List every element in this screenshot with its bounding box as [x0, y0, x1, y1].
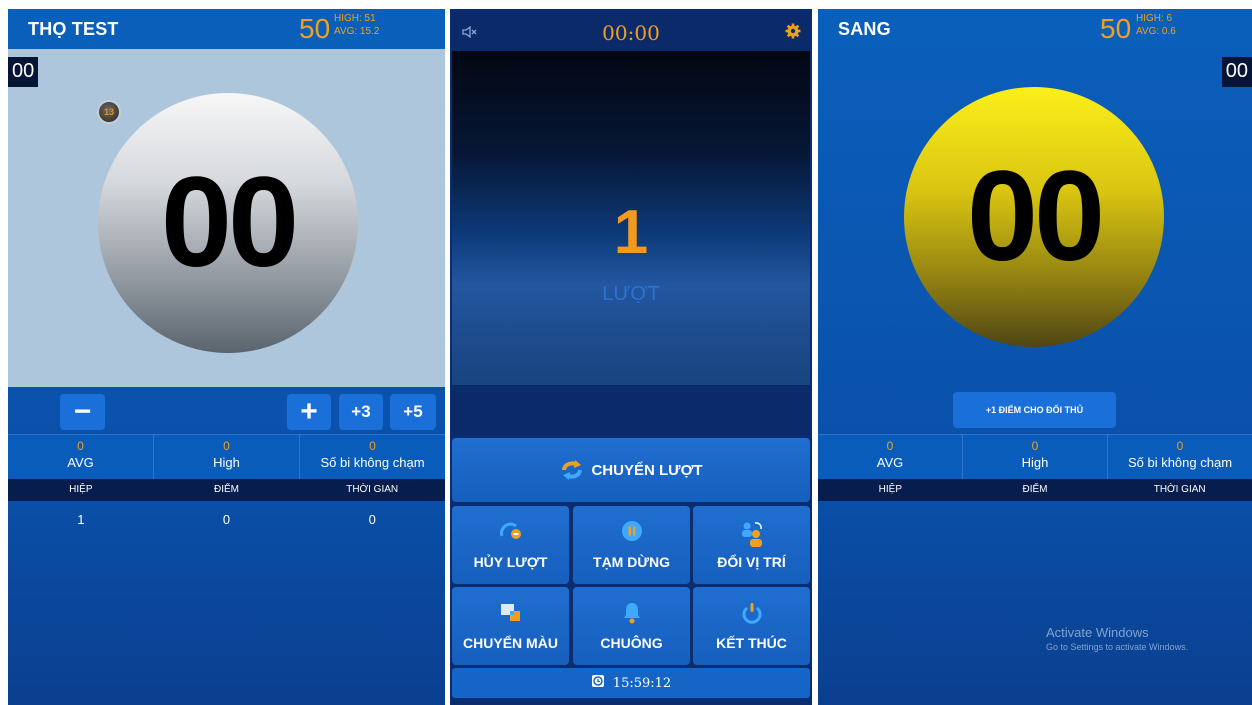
pause-label: TẠM DỪNG [593, 554, 670, 570]
left-innings-header: HIỆP ĐIỂM THỜI GIAN [8, 479, 445, 501]
switch-turn-button[interactable]: CHUYỂN LƯỢT [452, 438, 810, 502]
cancel-turn-label: HỦY LƯỢT [473, 554, 548, 570]
stat-label: High [213, 455, 240, 470]
gear-icon[interactable] [784, 22, 802, 40]
left-player-target: 50 [299, 13, 331, 44]
cell-time: 0 [368, 512, 376, 527]
cell-points: 0 [222, 512, 231, 527]
swap-users-icon [693, 520, 810, 548]
right-score-controls: +1 ĐIỂM CHO ĐỐI THỦ [818, 387, 1252, 434]
table-row: 1 0 0 [8, 512, 445, 532]
watermark-subtitle: Go to Settings to activate Windows. [1046, 642, 1189, 652]
mini-ball-number: 13 [103, 107, 114, 117]
column-inning: HIỆP [69, 484, 93, 495]
cancel-turn-button[interactable]: HỦY LƯỢT [452, 506, 569, 584]
right-player-avg: AVG: 0.6 [1136, 26, 1176, 37]
right-innings-header: HIỆP ĐIỂM THỜI GIAN [818, 479, 1252, 501]
stat-label: Số bi không chạm [320, 455, 425, 470]
match-timer: 00:00 [602, 21, 660, 45]
power-icon [693, 601, 810, 625]
bell-label: CHUÔNG [600, 635, 663, 651]
scoreboard-app: THỌ TEST 50 HIGH: 51 AVG: 15.2 00 13 00 … [0, 0, 1252, 705]
swap-position-button[interactable]: ĐỔI VỊ TRÍ [693, 506, 810, 584]
color-switch-icon [452, 601, 569, 625]
opponent-point-button[interactable]: +1 ĐIỂM CHO ĐỐI THỦ [953, 392, 1116, 428]
finish-button[interactable]: KẾT THÚC [693, 587, 810, 665]
ball-13-icon[interactable]: 13 [97, 100, 121, 124]
right-player-name: SANG [838, 19, 891, 39]
undo-icon [452, 520, 569, 540]
left-score: 00 [160, 151, 299, 294]
left-player-high: HIGH: 51 [334, 13, 376, 24]
activate-windows-watermark: Activate Windows Go to Settings to activ… [1046, 625, 1188, 653]
turn-display: 1 LƯỢT [452, 51, 810, 385]
stat-label: High [1021, 455, 1049, 470]
right-player-header: SANG 50 HIGH: 6 AVG: 0.6 [818, 9, 1252, 49]
center-top-bar: 00:00 [452, 13, 810, 51]
swap-position-label: ĐỔI VỊ TRÍ [717, 554, 786, 570]
pause-icon [573, 520, 690, 542]
minus-button[interactable]: − [60, 394, 105, 430]
stat-missed-balls: 0 Số bi không chạm [1108, 435, 1252, 479]
column-time: THỜI GIAN [1153, 484, 1206, 495]
stat-value: 0 [223, 439, 230, 453]
stat-label: AVG [67, 455, 94, 470]
left-shot-timer: 00 [8, 57, 39, 87]
left-player-header: THỌ TEST 50 HIGH: 51 AVG: 15.2 [8, 9, 445, 49]
column-time: THỜI GIAN [346, 484, 399, 495]
column-points: ĐIỂM [1022, 484, 1048, 495]
right-player-target: 50 [1100, 13, 1132, 44]
center-divider-bar [452, 385, 810, 435]
bell-icon [573, 601, 690, 625]
stat-high: 0 High [963, 435, 1108, 479]
right-player-high: HIGH: 6 [1136, 13, 1173, 24]
left-player-panel: THỌ TEST 50 HIGH: 51 AVG: 15.2 00 13 00 … [8, 9, 445, 705]
stat-value: 0 [1031, 439, 1039, 453]
watermark-title: Activate Windows [1046, 625, 1149, 640]
switch-turn-label: CHUYỂN LƯỢT [591, 461, 703, 479]
stat-label: Số bi không chạm [1127, 455, 1233, 470]
left-stats: 0 AVG 0 High 0 Số bi không chạm [8, 434, 445, 479]
right-score-ball[interactable]: 00 [904, 87, 1164, 347]
column-inning: HIỆP [878, 484, 902, 495]
stat-value: 0 [369, 439, 376, 453]
stat-value: 0 [1176, 439, 1184, 453]
right-player-court: 00 00 [818, 49, 1252, 387]
stat-avg: 0 AVG [818, 435, 963, 479]
stat-value: 0 [77, 439, 84, 453]
alarm-clock-icon [591, 674, 605, 692]
right-stats: 0 AVG 0 High 0 Số bi không chạm [818, 434, 1252, 479]
clock-bar: 15:59:12 [452, 668, 810, 698]
left-player-name: THỌ TEST [28, 19, 119, 39]
stat-high: 0 High [154, 435, 300, 479]
left-score-controls: − + +3 +5 [8, 387, 445, 434]
right-score: 00 [966, 145, 1105, 288]
center-panel: 00:00 1 LƯỢT CHUYỂN LƯỢT HỦY LƯỢT TẠM DỪ… [450, 9, 812, 705]
plus-3-button[interactable]: +3 [339, 394, 383, 430]
pause-button[interactable]: TẠM DỪNG [573, 506, 690, 584]
plus-5-button[interactable]: +5 [390, 394, 436, 430]
right-player-panel: SANG 50 HIGH: 6 AVG: 0.6 00 00 +1 ĐIỂM C… [818, 9, 1252, 705]
stat-missed-balls: 0 Số bi không chạm [300, 435, 445, 479]
left-player-avg: AVG: 15.2 [334, 26, 380, 37]
switch-turn-icon [562, 460, 583, 480]
bell-button[interactable]: CHUÔNG [573, 587, 690, 665]
finish-label: KẾT THÚC [716, 635, 787, 651]
switch-color-button[interactable]: CHUYỂN MÀU [452, 587, 569, 665]
stat-label: AVG [876, 455, 904, 470]
cell-inning: 1 [77, 512, 85, 527]
left-score-ball[interactable]: 00 [98, 93, 358, 353]
switch-color-label: CHUYỂN MÀU [463, 635, 558, 651]
stat-value: 0 [886, 439, 894, 453]
turn-number: 1 [613, 198, 649, 267]
current-time: 15:59:12 [612, 675, 672, 691]
column-points: ĐIỂM [214, 484, 239, 495]
stat-avg: 0 AVG [8, 435, 154, 479]
right-shot-timer: 00 [1221, 57, 1252, 87]
turn-label: LƯỢT [602, 283, 660, 305]
left-player-court: 00 13 00 [8, 49, 445, 387]
plus-button[interactable]: + [287, 394, 331, 430]
